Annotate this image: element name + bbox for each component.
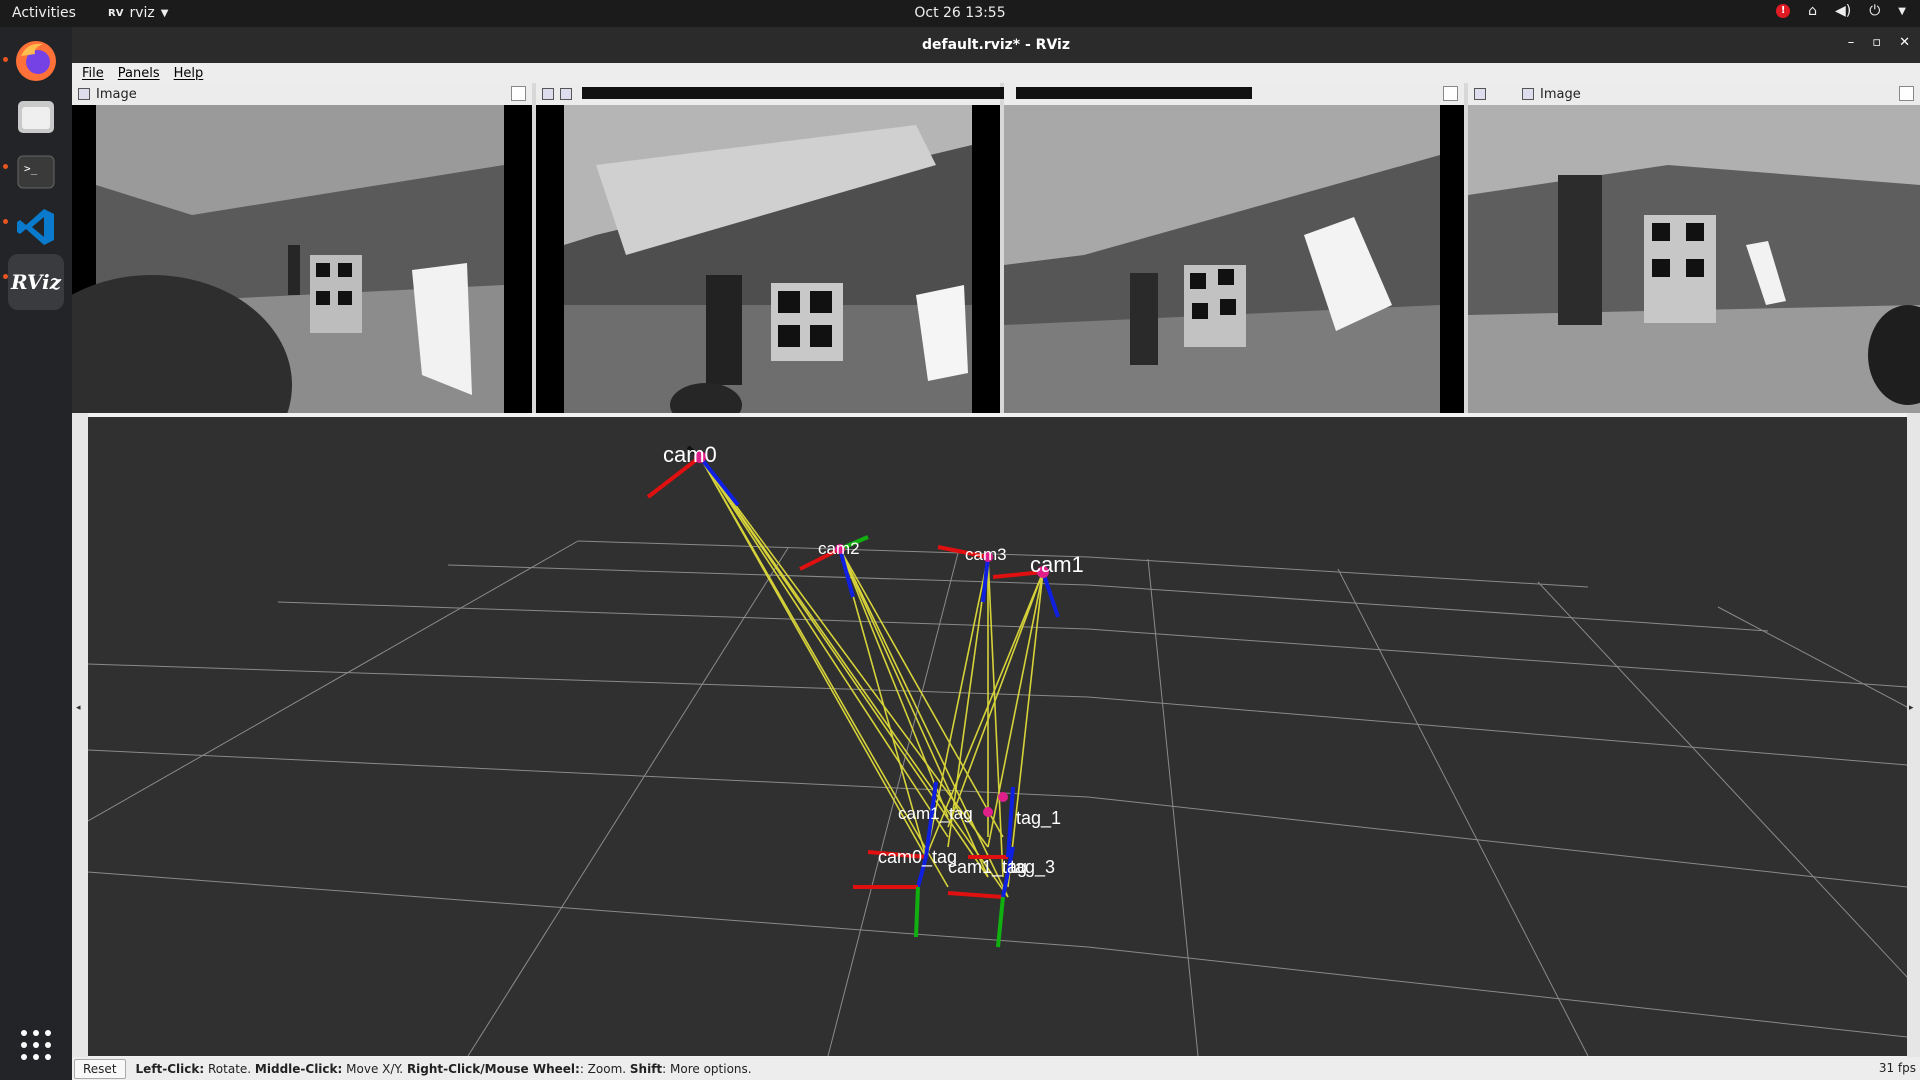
maximize-icon[interactable]: ▫ (1872, 35, 1881, 50)
frame-label-cam2: cam2 (818, 539, 860, 558)
frame-label-cam0-tag: cam0_tag (878, 847, 957, 868)
activities-button[interactable]: Activities (12, 5, 76, 21)
image-panel-title: Image (1540, 86, 1581, 102)
clock[interactable]: Oct 26 13:55 (914, 5, 1005, 21)
undock-button[interactable] (511, 86, 526, 101)
alert-icon[interactable]: ! (1776, 4, 1791, 18)
camera-image-view (536, 105, 1000, 413)
chevron-down-icon: ▼ (160, 7, 169, 19)
rviz-window: default.rviz* - RViz – ▫ ✕ File Panels H… (72, 27, 1920, 1080)
camera-image-view (1004, 105, 1464, 413)
chevron-left-icon[interactable]: ◂ (76, 703, 81, 713)
3d-render-view[interactable]: cam0 cam1 cam2 cam3 tag_1 cam1_tag cam0_… (88, 417, 1907, 1056)
close-icon[interactable]: ✕ (1899, 35, 1910, 50)
image-panel-icon (78, 88, 90, 100)
dock: >_ RViz (0, 27, 72, 1080)
undock-button[interactable] (1899, 86, 1914, 101)
files-icon[interactable] (8, 89, 64, 145)
svg-text:>_: >_ (24, 162, 38, 175)
frame-label-tag-3: tag_3 (1010, 857, 1055, 878)
frame-label-cam3: cam3 (965, 545, 1007, 564)
image-panel-header[interactable] (1004, 83, 1464, 105)
app-menu-label: rviz (129, 5, 155, 21)
menu-file[interactable]: File (82, 66, 104, 81)
panel-header-bar (1016, 87, 1252, 99)
image-panel-icon (560, 88, 572, 100)
network-icon[interactable]: ⌂ (1808, 3, 1817, 19)
fps-readout: 31 fps (1878, 1061, 1916, 1075)
image-panel-header[interactable] (536, 83, 1012, 105)
chevron-right-icon[interactable]: ▸ (1909, 703, 1914, 713)
camera-image-view (1468, 105, 1920, 413)
reset-button[interactable]: Reset (74, 1058, 126, 1079)
terminal-icon[interactable]: >_ (8, 144, 64, 200)
image-panel-title: Image (96, 86, 137, 102)
frame-label-tag-1: tag_1 (1016, 808, 1061, 829)
title-bar[interactable]: default.rviz* - RViz – ▫ ✕ (72, 27, 1920, 63)
image-panels-row: Image Image (72, 83, 1920, 413)
image-panel-header[interactable]: Image (1468, 83, 1920, 105)
image-panel-icon (542, 88, 554, 100)
chevron-down-icon[interactable]: ▼ (1898, 6, 1906, 17)
image-panel-header[interactable]: Image (72, 83, 532, 105)
menu-panels[interactable]: Panels (118, 66, 160, 81)
frame-label-cam1-tag: cam1_tag (898, 804, 973, 823)
volume-icon[interactable]: ◀) (1835, 3, 1851, 19)
frame-label-cam0: cam0 (663, 442, 717, 467)
image-panel: Image (72, 83, 532, 413)
window-title: default.rviz* - RViz (921, 37, 1070, 53)
vscode-icon[interactable] (8, 199, 64, 255)
left-collapse-strip[interactable]: ◂ (72, 413, 88, 1060)
image-panel-icon (1474, 88, 1486, 100)
menu-bar: File Panels Help (72, 63, 1920, 83)
image-panel-icon (1522, 88, 1534, 100)
image-panel (1004, 83, 1464, 413)
image-panel (536, 83, 1012, 413)
camera-image-view (72, 105, 532, 413)
system-tray[interactable]: ! ⌂ ◀) ⏻ ▼ (1776, 3, 1906, 19)
frame-label-cam1: cam1 (1030, 552, 1084, 577)
right-collapse-strip[interactable]: ▸ (1907, 413, 1920, 1060)
rviz-app-icon: RV (108, 7, 124, 19)
menu-help[interactable]: Help (174, 66, 204, 81)
status-bar: Reset Left-Click: Rotate. Middle-Click: … (72, 1057, 1920, 1080)
rviz-icon[interactable]: RViz (8, 254, 64, 310)
firefox-icon[interactable] (8, 33, 64, 89)
undock-button[interactable] (1443, 86, 1458, 101)
image-panel: Image (1468, 83, 1920, 413)
interaction-hints: Left-Click: Rotate. Middle-Click: Move X… (135, 1061, 752, 1076)
top-bar: Activities RV rviz ▼ Oct 26 13:55 ! ⌂ ◀)… (0, 0, 1920, 27)
minimize-icon[interactable]: – (1848, 35, 1855, 50)
panel-header-bar (582, 87, 1012, 99)
power-icon[interactable]: ⏻ (1869, 3, 1880, 19)
show-applications-icon[interactable] (8, 1017, 64, 1073)
app-menu[interactable]: RV rviz ▼ (108, 5, 168, 21)
